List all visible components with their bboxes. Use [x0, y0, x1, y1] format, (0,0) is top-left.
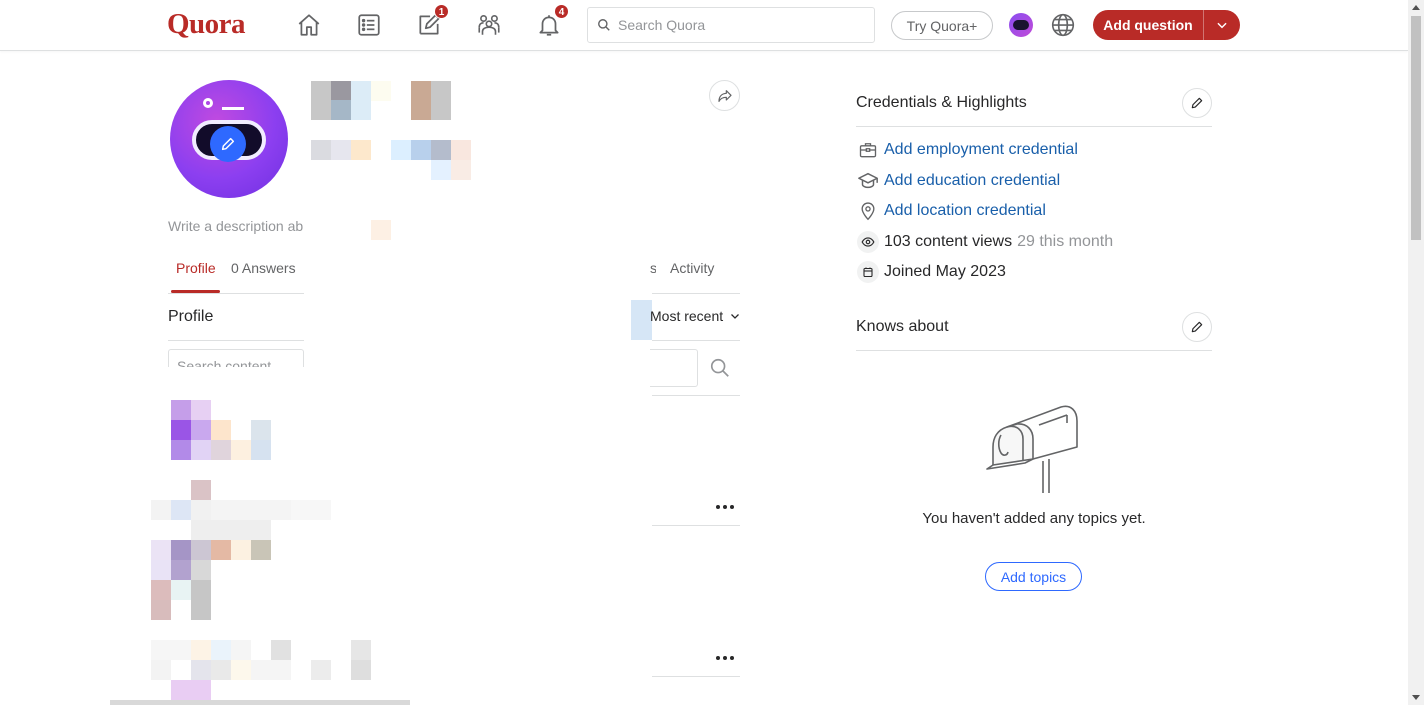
add-education-credential[interactable]: Add education credential [856, 169, 1060, 193]
add-employment-credential-link[interactable]: Add employment credential [884, 141, 1078, 159]
language-globe-icon[interactable] [1050, 12, 1076, 38]
share-arrow-icon [717, 89, 732, 102]
tab-activity[interactable]: Activity [670, 260, 714, 276]
add-question-button[interactable]: Add question [1093, 10, 1240, 40]
graduation-cap-icon [856, 169, 880, 193]
following-list-icon[interactable] [354, 10, 384, 40]
more-options-button[interactable] [713, 500, 737, 514]
add-location-credential-link[interactable]: Add location credential [884, 202, 1046, 220]
empty-mailbox-icon [986, 405, 1078, 493]
add-location-credential[interactable]: Add location credential [856, 199, 1046, 223]
add-question-label: Add question [1103, 17, 1193, 33]
pencil-icon [221, 137, 235, 151]
knows-about-title: Knows about [856, 318, 949, 335]
joined-date: Joined May 2023 [884, 263, 1006, 280]
content-views-stat: 103 content views 29 this month [856, 230, 1113, 254]
share-profile-button[interactable] [709, 80, 740, 111]
scroll-up-arrow-icon[interactable] [1412, 5, 1420, 10]
answer-pencil-icon[interactable]: 1 [414, 4, 449, 40]
chevron-down-icon[interactable] [1204, 18, 1240, 32]
notifications-bell-icon[interactable]: 4 [534, 4, 569, 40]
notifications-badge: 4 [554, 4, 569, 19]
horizontal-scrollbar[interactable] [110, 700, 410, 705]
chevron-down-icon [731, 314, 740, 319]
scrollbar-thumb[interactable] [1411, 16, 1421, 240]
search-icon[interactable] [709, 357, 731, 379]
calendar-icon [857, 261, 879, 283]
scroll-down-arrow-icon[interactable] [1412, 695, 1420, 700]
redacted-block [631, 300, 652, 340]
search-icon [598, 19, 610, 31]
search-content-input-end[interactable] [650, 349, 698, 387]
quora-logo[interactable]: Quora [167, 8, 246, 41]
edit-credentials-button[interactable] [1182, 88, 1212, 118]
pencil-icon [1191, 97, 1203, 109]
location-pin-icon [856, 199, 880, 223]
answer-badge: 1 [434, 4, 449, 19]
search-input[interactable] [618, 17, 858, 33]
edit-knows-about-button[interactable] [1182, 312, 1212, 342]
profile-description-placeholder[interactable]: Write a description ab [168, 218, 304, 234]
search-content-input[interactable]: Search content [168, 349, 304, 367]
tab-answers[interactable]: 0 Answers [231, 260, 296, 276]
content-views-total: 103 content views [884, 233, 1013, 250]
vertical-scrollbar[interactable] [1408, 0, 1424, 705]
sort-dropdown[interactable]: Most recent [650, 308, 741, 324]
no-topics-message: You haven't added any topics yet. [922, 510, 1146, 527]
eye-icon [857, 231, 879, 253]
try-quora-plus-button[interactable]: Try Quora+ [891, 11, 993, 40]
sort-selected-value: Most recent [650, 308, 724, 324]
add-education-credential-link[interactable]: Add education credential [884, 172, 1060, 190]
edit-photo-button[interactable] [210, 126, 246, 162]
tab-profile[interactable]: Profile [176, 260, 216, 276]
top-navigation-bar: Quora 1 4 Try Quora+ Add question [0, 0, 1408, 51]
search-content-placeholder: Search content [177, 358, 272, 367]
pencil-icon [1191, 321, 1203, 333]
spaces-icon[interactable] [474, 10, 504, 40]
briefcase-icon [856, 138, 880, 162]
content-views-month: 29 this month [1017, 233, 1114, 250]
profile-section-title: Profile [168, 308, 214, 325]
more-options-button[interactable] [713, 651, 737, 665]
tab-partial[interactable]: s [650, 260, 656, 276]
search-bar[interactable] [587, 7, 875, 43]
profile-avatar-icon[interactable] [1009, 13, 1033, 37]
joined-date-stat: Joined May 2023 [856, 260, 1006, 284]
credentials-title: Credentials & Highlights [856, 94, 1027, 111]
home-icon[interactable] [294, 10, 324, 40]
add-employment-credential[interactable]: Add employment credential [856, 138, 1078, 162]
add-topics-button[interactable]: Add topics [985, 562, 1082, 591]
